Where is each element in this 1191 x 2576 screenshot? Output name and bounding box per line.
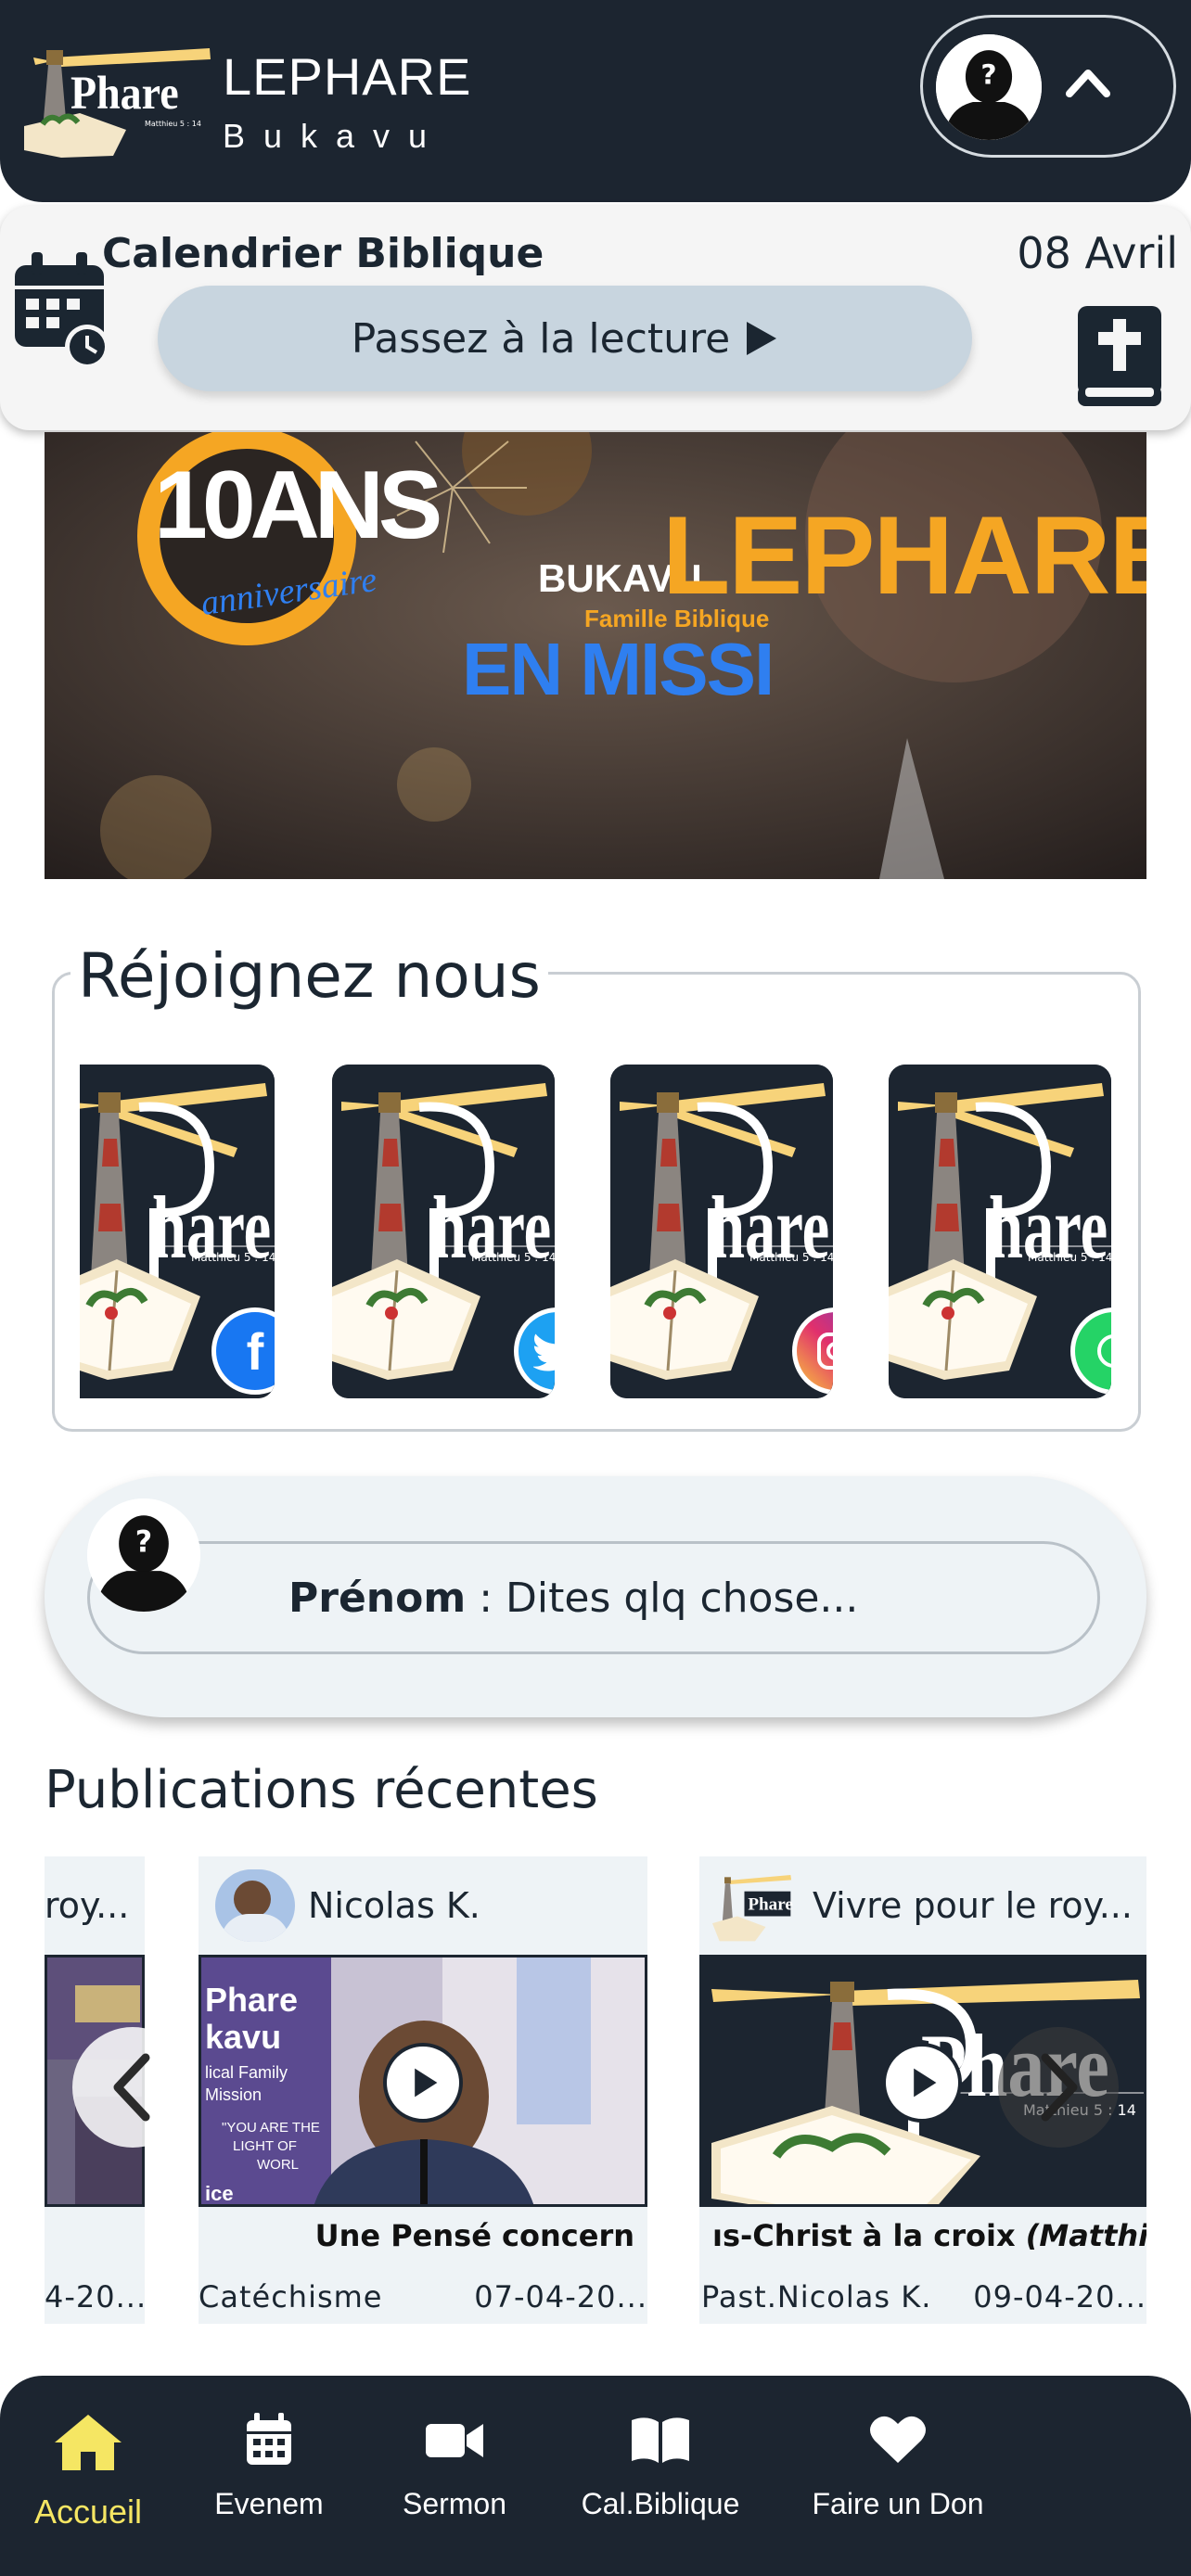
- calendar-clock-icon: [15, 252, 109, 369]
- open-book-icon: [632, 2417, 689, 2463]
- nav-sermon-label: Sermon: [402, 2487, 507, 2520]
- comment-name-label: Prénom: [288, 1574, 467, 1622]
- facebook-card[interactable]: f: [80, 1065, 275, 1398]
- svg-text:Phare: Phare: [205, 1981, 298, 2019]
- comment-card: Prénom : Dites qlq chose...: [45, 1476, 1146, 1717]
- start-reading-label: Passez à la lecture: [351, 314, 731, 363]
- svg-text:Mission: Mission: [205, 2085, 262, 2104]
- svg-text:lical Family: lical Family: [205, 2063, 288, 2082]
- home-icon: [55, 2415, 122, 2470]
- bible-calendar-bar: Calendrier Biblique 08 Avril Passez à la…: [0, 206, 1191, 430]
- comment-avatar: [87, 1498, 200, 1612]
- banner-brand: LEPHARE: [662, 493, 1146, 618]
- nav-events[interactable]: Evenem: [195, 2376, 343, 2576]
- app-title: LEPHARE: [223, 47, 472, 106]
- author-avatar: [215, 1869, 295, 1942]
- nav-home-label: Accueil: [33, 2493, 143, 2531]
- heart-icon: [870, 2416, 926, 2463]
- instagram-card[interactable]: [610, 1065, 833, 1398]
- user-avatar: [936, 34, 1042, 140]
- publication-date: 07-04-20...: [474, 2279, 647, 2315]
- publication-author: Nicolas K.: [308, 1885, 480, 1926]
- profile-menu-button[interactable]: [920, 15, 1176, 158]
- author-avatar: Phare: [712, 1869, 798, 1942]
- social-cards-strip: f: [80, 1065, 1113, 1400]
- chevron-right-icon: [1041, 2053, 1078, 2122]
- join-us-title: Réjoignez nous: [70, 940, 548, 1012]
- svg-text:ice: ice: [205, 2182, 234, 2205]
- banner-mission: EN MISSI: [462, 628, 775, 710]
- whatsapp-card[interactable]: [889, 1065, 1111, 1398]
- publication-date: 4-20...: [45, 2279, 145, 2315]
- carousel-prev-button[interactable]: [72, 2027, 193, 2148]
- comment-placeholder: Dites qlq chose...: [506, 1574, 859, 1622]
- app-header: Phare Matthieu 5 : 14 LEPHARE Bukavu: [0, 0, 1191, 202]
- play-arrow-icon: [747, 322, 777, 355]
- play-video-button[interactable]: [882, 2043, 962, 2123]
- publication-caption: Une Pensé concern: [314, 2218, 634, 2253]
- app-subtitle: Bukavu: [223, 117, 446, 155]
- twitter-card[interactable]: [332, 1065, 555, 1398]
- nav-bible-calendar[interactable]: Cal.Biblique: [575, 2376, 746, 2576]
- svg-text:Phare: Phare: [70, 68, 179, 119]
- nav-sermon[interactable]: Sermon: [380, 2376, 529, 2576]
- publication-date: 09-04-20...: [973, 2279, 1146, 2315]
- banner-years: 10ANS: [154, 452, 442, 559]
- calendar-date: 08 Avril: [1017, 228, 1178, 278]
- lephare-logo: Phare Matthieu 5 : 14: [24, 37, 215, 158]
- svg-text:Phare: Phare: [748, 1895, 793, 1915]
- nav-bible-calendar-label: Cal.Biblique: [581, 2487, 740, 2520]
- publication-category: Catéchisme: [198, 2279, 383, 2315]
- nav-donate-label: Faire un Don: [812, 2487, 984, 2520]
- svg-text:"YOU ARE THE: "YOU ARE THE: [222, 2120, 320, 2136]
- svg-text:kavu: kavu: [205, 2018, 281, 2056]
- publication-card[interactable]: Nicolas K. Phare kavu lical Family Missi…: [198, 1856, 647, 2324]
- chevron-up-icon: [1066, 70, 1110, 97]
- anniversary-banner[interactable]: 10ANS anniversaire BUKAVU LEPHARE Famill…: [45, 432, 1146, 879]
- publication-caption: ıs-Christ à la croix (Matthie: [712, 2218, 1146, 2253]
- publication-author-name: Past.Nicolas K.: [701, 2279, 932, 2315]
- carousel-next-button[interactable]: [998, 2027, 1119, 2148]
- bottom-navigation: Accueil Evenem Sermon Cal.Biblique Faire…: [0, 2376, 1191, 2576]
- calendar-icon: [247, 2413, 291, 2465]
- publication-author: roy...: [45, 1885, 130, 1926]
- recent-publications-title: Publications récentes: [45, 1760, 598, 1820]
- svg-text:LIGHT OF: LIGHT OF: [233, 2138, 297, 2154]
- comment-input[interactable]: Prénom : Dites qlq chose...: [87, 1541, 1100, 1654]
- chevron-left-icon: [113, 2053, 150, 2122]
- nav-home[interactable]: Accueil: [9, 2376, 167, 2576]
- bible-icon[interactable]: [1074, 306, 1165, 408]
- publication-author: Vivre pour le roy...: [813, 1885, 1133, 1926]
- calendar-title: Calendrier Biblique: [102, 230, 544, 277]
- play-video-button[interactable]: [383, 2043, 463, 2123]
- publication-thumbnail: Phare kavu lical Family Mission "YOU ARE…: [198, 1955, 647, 2207]
- start-reading-button[interactable]: Passez à la lecture: [158, 286, 972, 391]
- svg-text:Matthieu 5 : 14: Matthieu 5 : 14: [145, 120, 201, 128]
- svg-text:WORL: WORL: [257, 2157, 299, 2173]
- video-camera-icon: [426, 2424, 483, 2457]
- nav-events-label: Evenem: [214, 2487, 324, 2520]
- nav-donate[interactable]: Faire un Don: [800, 2376, 996, 2576]
